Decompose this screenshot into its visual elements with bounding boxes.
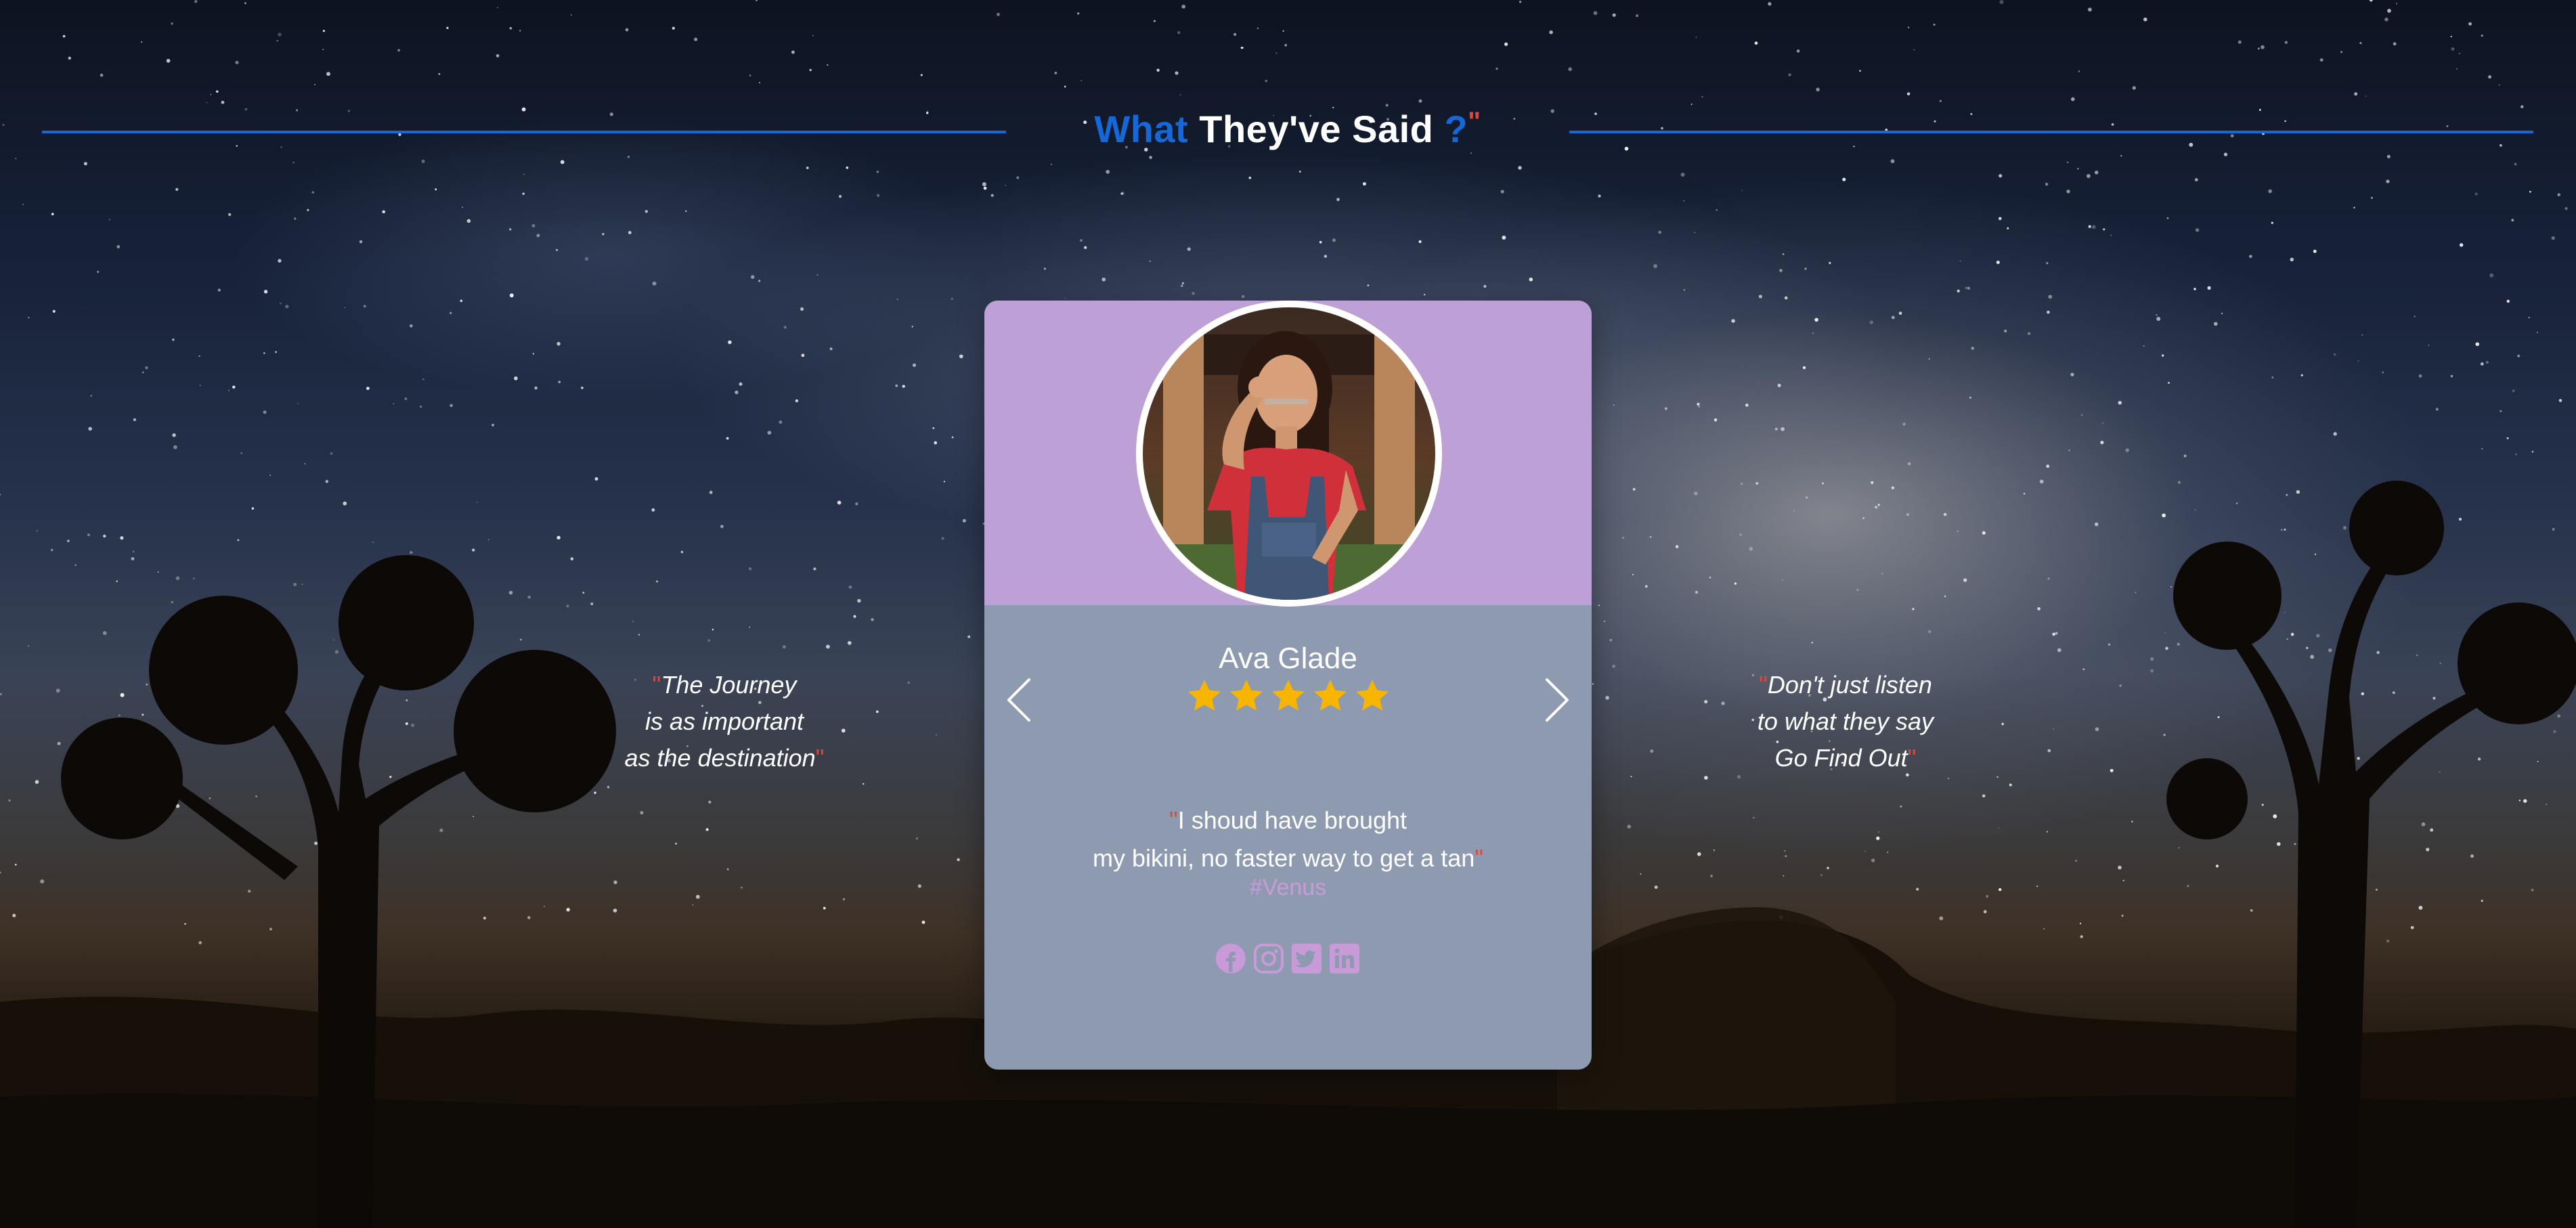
side-quote-line: Go Find Out" [1642,740,2049,776]
title-question-mark: ? [1444,108,1468,150]
close-quote-mark: " [1475,844,1484,872]
twitter-icon[interactable] [1290,942,1323,975]
review-line-text: my bikini, no faster way to get a tan [1092,844,1475,872]
side-quote-line: as the destination" [521,740,927,776]
title-quote-mark: " [1468,107,1481,137]
review-line: "I shoud have brought [984,802,1592,839]
side-quote-line: "Don't just listen [1642,667,2049,703]
header-divider-left [42,131,1006,133]
facebook-icon[interactable] [1215,942,1247,975]
star-icon [1229,680,1263,711]
location-hashtag: #Venus [1249,875,1327,900]
open-quote-mark: " [1759,671,1768,699]
star-icon [1313,680,1347,711]
avatar [1136,301,1442,607]
title-accent-word: What [1094,108,1189,150]
avatar-photo [1143,307,1435,600]
star-icon [1271,680,1305,711]
review-line-text: I shoud have brought [1177,806,1407,834]
review-text: "I shoud have brought my bikini, no fast… [984,802,1592,877]
side-quote-left: "The Journey is as important as the dest… [521,667,927,776]
close-quote-mark: " [1907,744,1917,772]
side-quote-right: "Don't just listen to what they say Go F… [1642,667,2049,776]
side-quote-text: Go Find Out [1774,744,1908,772]
social-links [1215,942,1361,975]
side-quote-text: The Journey [661,671,797,699]
section-title: What They've Said ?" [1006,107,1569,151]
reviewer-name: Ava Glade [1219,642,1357,675]
open-quote-mark: " [1169,806,1178,834]
title-main-text: They've Said [1188,108,1445,150]
side-quote-line: to what they say [1757,707,1934,735]
side-quote-line: is as important [645,707,804,735]
star-icon [1355,680,1389,711]
header-divider-right [1569,131,2533,133]
instagram-icon[interactable] [1252,942,1285,975]
portrait-image [1143,307,1435,600]
close-quote-mark: " [815,744,825,772]
review-line: my bikini, no faster way to get a tan" [984,839,1592,877]
star-rating [984,677,1592,715]
linkedin-icon[interactable] [1328,942,1361,975]
side-quote-line: "The Journey [521,667,927,703]
open-quote-mark: " [652,671,661,699]
side-quote-text: as the destination [624,744,816,772]
side-quote-text: Don't just listen [1767,671,1932,699]
star-icon [1187,680,1221,711]
